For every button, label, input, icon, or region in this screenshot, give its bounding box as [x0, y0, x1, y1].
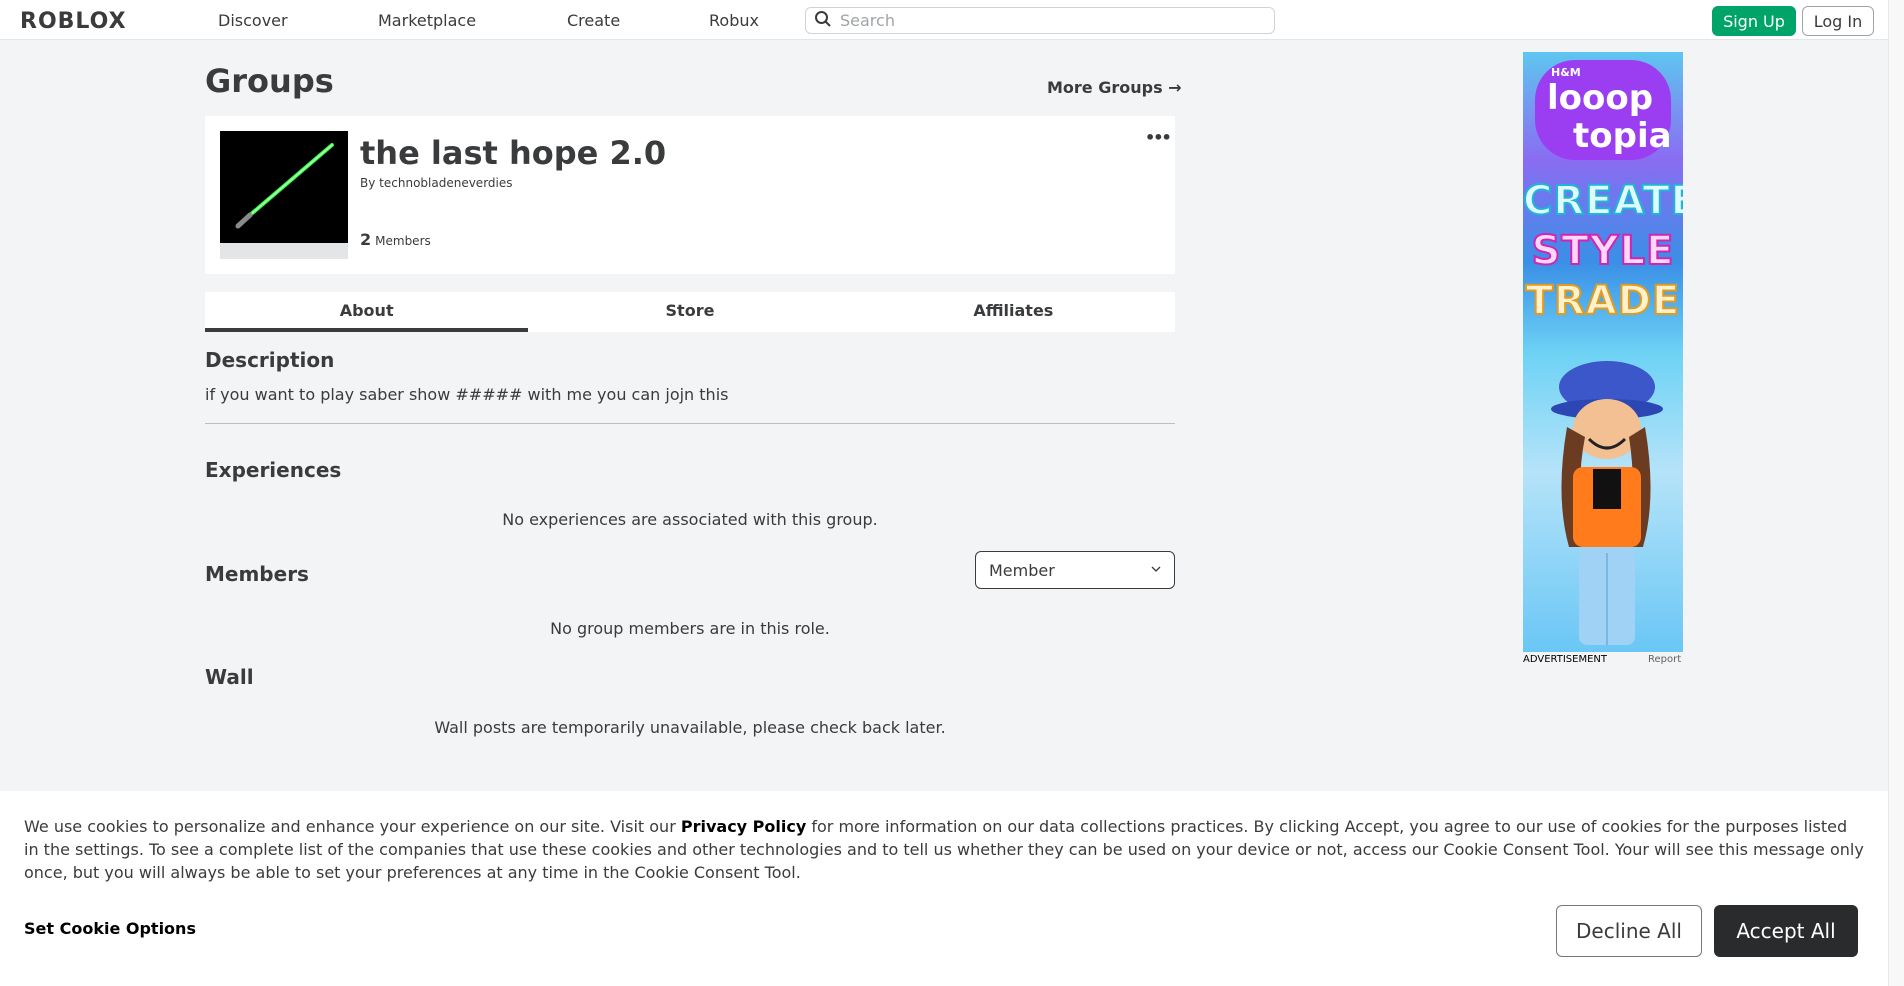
ad-brand-line1: looop [1547, 78, 1654, 118]
role-dropdown[interactable]: Member [975, 551, 1175, 589]
group-owner-line: By technobladeneverdies [360, 176, 513, 190]
group-name: the last hope 2.0 [360, 134, 667, 172]
group-emblem-image [220, 131, 348, 243]
sign-up-button[interactable]: Sign Up [1712, 6, 1796, 36]
cookie-consent-text: We use cookies to personalize and enhanc… [24, 815, 1864, 884]
privacy-policy-link[interactable]: Privacy Policy [681, 817, 806, 836]
advertisement-label: ADVERTISEMENT [1523, 654, 1608, 665]
member-count-value: 2 [360, 230, 372, 249]
decline-all-button[interactable]: Decline All [1556, 905, 1702, 957]
page-title: Groups [205, 62, 334, 100]
roblox-logo[interactable]: ROBLOX [20, 9, 127, 34]
search-input[interactable] [840, 11, 1260, 30]
ad-brand-line2: topia [1573, 116, 1672, 156]
group-header-card: the last hope 2.0 By technobladeneverdie… [205, 116, 1175, 274]
description-title: Description [205, 348, 335, 372]
nav-link-create[interactable]: Create [567, 11, 620, 30]
member-count-label: Members [375, 234, 431, 248]
ad-brand-logo: H&M looop topia [1535, 60, 1672, 160]
members-empty-message: No group members are in this role. [550, 619, 830, 638]
log-in-button[interactable]: Log In [1802, 6, 1874, 36]
tab-store[interactable]: Store [528, 292, 851, 332]
accept-all-button[interactable]: Accept All [1714, 905, 1858, 957]
page-scrollbar[interactable] [1888, 0, 1904, 986]
nav-link-discover[interactable]: Discover [218, 11, 288, 30]
ad-word-style: STYLE [1531, 227, 1675, 275]
ad-report-link[interactable]: Report [1648, 654, 1681, 665]
tab-about[interactable]: About [205, 292, 529, 332]
wall-empty-message: Wall posts are temporarily unavailable, … [434, 718, 946, 737]
experiences-empty-message: No experiences are associated with this … [502, 510, 878, 529]
group-by-label: By [360, 176, 376, 190]
description-text: if you want to play saber show ##### wit… [205, 385, 729, 404]
cookie-text-part1: We use cookies to personalize and enhanc… [24, 817, 681, 836]
nav-link-marketplace[interactable]: Marketplace [378, 11, 476, 30]
nav-link-robux[interactable]: Robux [709, 11, 759, 30]
ad-word-create: CREATE [1523, 177, 1683, 225]
section-divider [205, 423, 1175, 424]
group-emblem [220, 131, 348, 259]
wall-title: Wall [205, 665, 254, 689]
set-cookie-options-link[interactable]: Set Cookie Options [24, 919, 196, 938]
search-box[interactable] [805, 7, 1275, 34]
chevron-down-icon [1150, 560, 1162, 579]
group-tabs: About Store Affiliates [205, 292, 1175, 332]
more-options-icon[interactable]: ••• [1145, 128, 1172, 147]
advertisement-banner[interactable]: H&M looop topia CREATE STYLE TRADE [1523, 52, 1683, 652]
group-owner-link[interactable]: technobladeneverdies [379, 176, 512, 190]
cookie-consent-banner: We use cookies to personalize and enhanc… [0, 791, 1888, 986]
members-title: Members [205, 562, 309, 586]
ad-avatar-image [1551, 361, 1663, 645]
search-icon [814, 10, 832, 32]
tab-affiliates[interactable]: Affiliates [852, 292, 1175, 332]
experiences-title: Experiences [205, 458, 342, 482]
group-member-count: 2 Members [360, 230, 431, 249]
role-dropdown-value: Member [989, 561, 1055, 580]
more-groups-link[interactable]: More Groups → [1047, 78, 1182, 97]
ad-word-trade: TRADE [1525, 277, 1681, 325]
top-navigation: ROBLOX Discover Marketplace Create Robux… [0, 0, 1888, 40]
